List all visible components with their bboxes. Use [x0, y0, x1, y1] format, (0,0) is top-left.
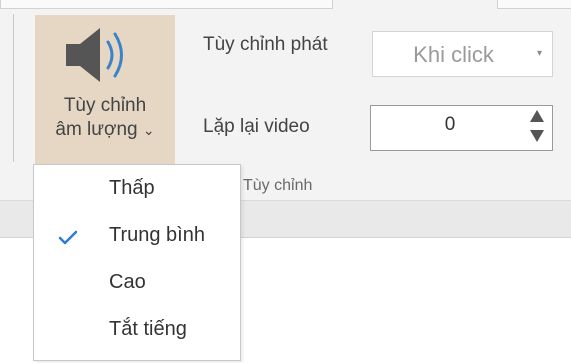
loop-count-value[interactable]: 0 [440, 114, 460, 136]
menu-item-cao[interactable]: Cao [34, 261, 240, 305]
playback-label: Tùy chỉnh phát [203, 34, 328, 55]
volume-label-line1: Tùy chỉnh [63, 95, 147, 116]
speaker-volume-icon [66, 28, 123, 82]
menu-item-label: Cao [109, 271, 146, 293]
spin-down-icon[interactable] [528, 126, 546, 144]
spin-up-icon[interactable] [528, 108, 546, 126]
loop-count-stepper[interactable] [370, 105, 553, 151]
menu-item-label: Trung bình [109, 224, 205, 246]
playback-select-value: Khi click [413, 42, 494, 67]
ribbon-separator [13, 14, 14, 162]
group-label: Tùy chỉnh [243, 177, 313, 194]
menu-item-label: Tắt tiếng [109, 318, 187, 340]
volume-label-line2: âm lượng ⌄ [35, 118, 175, 142]
volume-button-label: Tùy chỉnh âm lượng ⌄ [35, 94, 175, 142]
chevron-down-icon[interactable]: ▾ [537, 48, 542, 59]
upper-panel-left [0, 0, 333, 9]
volume-dropdown-menu: Thấp Trung bình Cao Tắt tiếng [33, 164, 241, 361]
volume-label-text: âm lượng [55, 119, 138, 140]
loop-label: Lặp lại video [203, 116, 310, 137]
menu-item-label: Thấp [109, 177, 155, 199]
menu-item-trung-binh[interactable]: Trung bình [34, 214, 240, 258]
check-icon [58, 230, 78, 245]
chevron-down-icon: ⌄ [142, 122, 155, 138]
menu-item-tat-tieng[interactable]: Tắt tiếng [34, 308, 240, 352]
upper-panel-right [497, 0, 571, 9]
menu-item-thap[interactable]: Thấp [34, 167, 240, 211]
